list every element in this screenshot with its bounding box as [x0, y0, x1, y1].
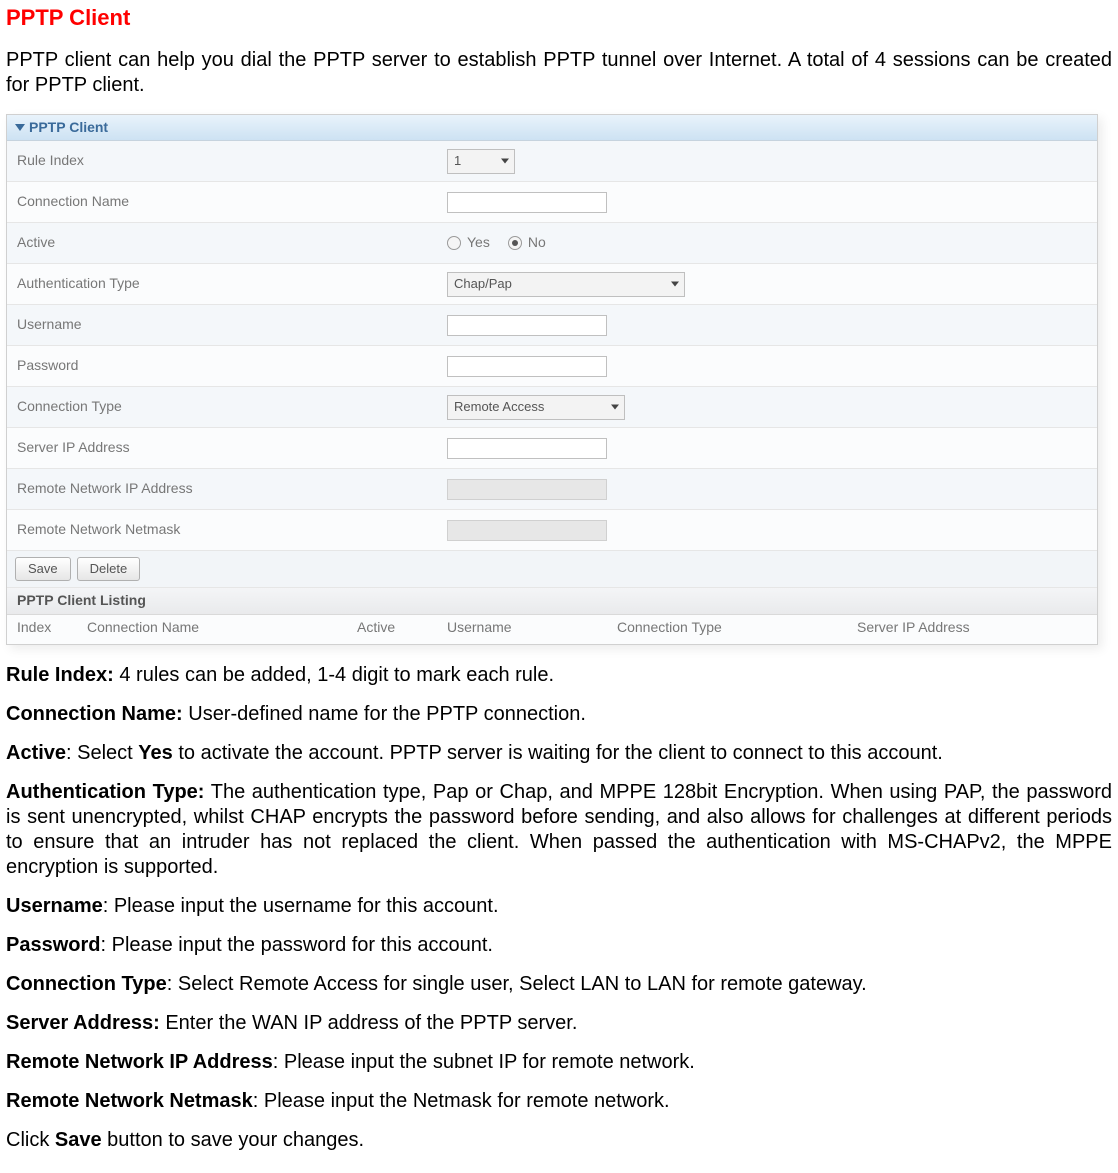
desc-remote-network-ip: Remote Network IP Address: Please input …	[6, 1050, 1112, 1075]
col-username: Username	[447, 619, 617, 637]
save-button[interactable]: Save	[15, 557, 71, 581]
row-remote-ip: Remote Network IP Address	[7, 469, 1097, 510]
rule-index-value: 1	[454, 153, 461, 169]
t-rnip: : Please input the subnet IP for remote …	[273, 1051, 695, 1073]
auth-type-select[interactable]: Chap/Pap	[447, 272, 685, 297]
chevron-down-icon	[671, 282, 679, 287]
rule-index-select[interactable]: 1	[447, 149, 515, 174]
label-auth-type: Authentication Type	[17, 275, 447, 293]
row-password: Password	[7, 346, 1097, 387]
label-active: Active	[17, 234, 447, 252]
conn-type-value: Remote Access	[454, 399, 544, 415]
auth-type-value: Chap/Pap	[454, 276, 512, 292]
row-server-ip: Server IP Address	[7, 428, 1097, 469]
label-remote-ip: Remote Network IP Address	[17, 480, 447, 498]
b-save: Save	[55, 1129, 102, 1151]
desc-password: Password: Please input the password for …	[6, 933, 1112, 958]
desc-connection-name: Connection Name: User-defined name for t…	[6, 702, 1112, 727]
t-conn-name: User-defined name for the PPTP connectio…	[183, 703, 586, 725]
label-server-ip: Server IP Address	[17, 439, 447, 457]
col-active: Active	[357, 619, 447, 637]
chevron-down-icon	[611, 405, 619, 410]
t-user: : Please input the username for this acc…	[103, 895, 499, 917]
panel-title: PPTP Client	[29, 119, 108, 137]
b-active-yes: Yes	[138, 742, 172, 764]
listing-title: PPTP Client Listing	[7, 588, 1097, 615]
desc-rule-index: Rule Index: 4 rules can be added, 1-4 di…	[6, 663, 1112, 688]
conn-type-select[interactable]: Remote Access	[447, 395, 625, 420]
b-saddr: Server Address:	[6, 1012, 160, 1034]
b-conn-name: Connection Name:	[6, 703, 183, 725]
chevron-down-icon	[501, 159, 509, 164]
pptp-client-screenshot: PPTP Client Rule Index 1 Connection Name…	[6, 114, 1098, 646]
panel-header[interactable]: PPTP Client	[7, 115, 1097, 142]
desc-server-address: Server Address: Enter the WAN IP address…	[6, 1011, 1112, 1036]
username-input[interactable]	[447, 315, 607, 336]
t-rule-index: 4 rules can be added, 1-4 digit to mark …	[114, 664, 554, 686]
remote-ip-input[interactable]	[447, 479, 607, 500]
t-saddr: Enter the WAN IP address of the PPTP ser…	[160, 1012, 578, 1034]
active-yes-radio[interactable]	[447, 236, 461, 250]
t-active-2: to activate the account. PPTP server is …	[173, 742, 943, 764]
button-row: Save Delete	[7, 551, 1097, 588]
active-no-radio[interactable]	[508, 236, 522, 250]
col-conn-type: Connection Type	[617, 619, 857, 637]
listing-columns: Index Connection Name Active Username Co…	[7, 615, 1097, 645]
active-yes-label: Yes	[467, 234, 490, 252]
remote-netmask-input[interactable]	[447, 520, 607, 541]
b-user: Username	[6, 895, 103, 917]
col-server-ip: Server IP Address	[857, 619, 1087, 637]
b-pass: Password	[6, 934, 100, 956]
b-active: Active	[6, 742, 66, 764]
row-active: Active Yes No	[7, 223, 1097, 264]
label-password: Password	[17, 357, 447, 375]
t-active-1: : Select	[66, 742, 138, 764]
t-save-1: Click	[6, 1129, 55, 1151]
t-ctype: : Select Remote Access for single user, …	[167, 973, 867, 995]
t-pass: : Please input the password for this acc…	[100, 934, 492, 956]
page-title: PPTP Client	[6, 4, 1112, 32]
desc-auth-type: Authentication Type: The authentication …	[6, 780, 1112, 880]
row-rule-index: Rule Index 1	[7, 141, 1097, 182]
row-conn-type: Connection Type Remote Access	[7, 387, 1097, 428]
connection-name-input[interactable]	[447, 192, 607, 213]
col-index: Index	[17, 619, 87, 637]
desc-save: Click Save button to save your changes.	[6, 1128, 1112, 1153]
t-rnnm: : Please input the Netmask for remote ne…	[253, 1090, 670, 1112]
b-auth: Authentication Type:	[6, 781, 204, 803]
intro-paragraph: PPTP client can help you dial the PPTP s…	[6, 48, 1112, 98]
label-connection-name: Connection Name	[17, 193, 447, 211]
row-auth-type: Authentication Type Chap/Pap	[7, 264, 1097, 305]
server-ip-input[interactable]	[447, 438, 607, 459]
desc-connection-type: Connection Type: Select Remote Access fo…	[6, 972, 1112, 997]
b-rule-index: Rule Index:	[6, 664, 114, 686]
b-rnip: Remote Network IP Address	[6, 1051, 273, 1073]
label-username: Username	[17, 316, 447, 334]
b-rnnm: Remote Network Netmask	[6, 1090, 253, 1112]
row-username: Username	[7, 305, 1097, 346]
desc-username: Username: Please input the username for …	[6, 894, 1112, 919]
active-no-label: No	[528, 234, 546, 252]
label-conn-type: Connection Type	[17, 398, 447, 416]
col-conn-name: Connection Name	[87, 619, 357, 637]
b-ctype: Connection Type	[6, 973, 167, 995]
delete-button[interactable]: Delete	[77, 557, 141, 581]
label-remote-netmask: Remote Network Netmask	[17, 521, 447, 539]
label-rule-index: Rule Index	[17, 152, 447, 170]
desc-active: Active: Select Yes to activate the accou…	[6, 741, 1112, 766]
t-save-2: button to save your changes.	[102, 1129, 364, 1151]
desc-remote-network-netmask: Remote Network Netmask: Please input the…	[6, 1089, 1112, 1114]
row-remote-netmask: Remote Network Netmask	[7, 510, 1097, 551]
collapse-icon	[15, 124, 25, 131]
password-input[interactable]	[447, 356, 607, 377]
row-connection-name: Connection Name	[7, 182, 1097, 223]
